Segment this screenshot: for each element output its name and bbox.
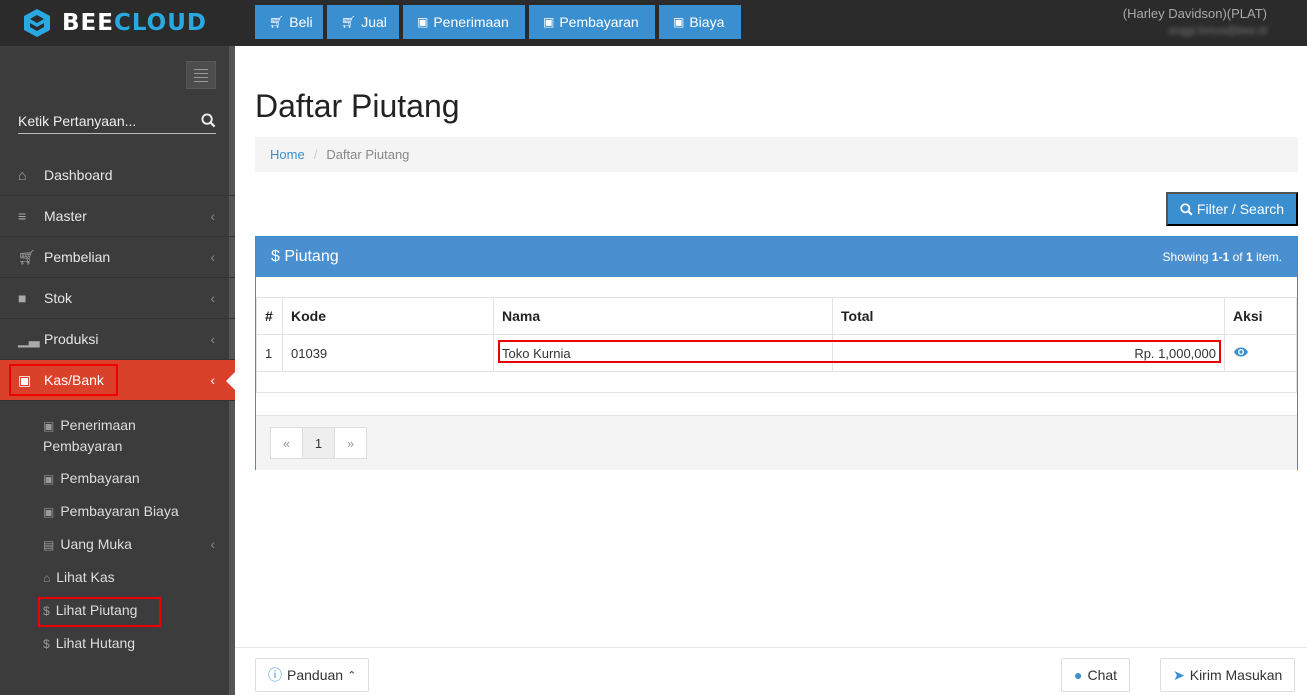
pembayaran-button[interactable]: ▣ Pembayaran [529, 5, 655, 39]
chat-icon: ● [1074, 667, 1083, 683]
brand-name-part2: CLOUD [113, 10, 208, 36]
chevron-left-icon: ‹ [210, 372, 215, 388]
cart-icon: 🛒︎ [18, 248, 36, 265]
submenu-pembayaran[interactable]: ▣ Pembayaran [0, 468, 235, 489]
quick-actions: 🛒︎ Beli 🛒︎ Jual ▣ Penerimaan ▣ Pembayara… [255, 5, 741, 39]
panel-header: $ Piutang Showing 1-1 of 1 item. [256, 237, 1297, 277]
pagination-area: « 1 » [256, 415, 1297, 470]
column-header-total[interactable]: Total [832, 297, 1225, 335]
dollar-icon: $ [43, 637, 50, 651]
money-icon: ▣ [43, 505, 55, 519]
submenu-lihat-hutang[interactable]: $ Lihat Hutang [0, 633, 235, 654]
pagination-prev[interactable]: « [270, 427, 303, 459]
column-header-kode[interactable]: Kode [282, 297, 494, 335]
sidebar-item-stok[interactable]: ■ Stok ‹ [0, 278, 235, 319]
breadcrumb-current: Daftar Piutang [326, 147, 410, 162]
chat-button[interactable]: ● Chat [1061, 658, 1131, 692]
box-icon: ■ [18, 290, 27, 306]
brand-name-part1: BEE [62, 10, 114, 36]
menu-toggle-icon[interactable] [186, 61, 216, 89]
chevron-up-icon: ⌃ [347, 669, 357, 682]
filter-search-button[interactable]: Filter / Search [1166, 192, 1298, 226]
breadcrumb-home-link[interactable]: Home [270, 147, 305, 162]
column-header-nama[interactable]: Nama [493, 297, 833, 335]
page-title: Daftar Piutang [255, 88, 460, 124]
chart-icon: ▁▃ [18, 330, 40, 347]
money-icon: ▣ [673, 15, 685, 29]
chevron-left-icon: ‹ [210, 331, 215, 347]
footer-bar: ⓘ Panduan ⌃ ● Chat ➤ Kirim Masukan [235, 647, 1307, 695]
cell-no: 1 [256, 334, 283, 372]
breadcrumb-separator: / [313, 147, 318, 162]
pagination: « 1 » [270, 427, 367, 459]
user-menu[interactable]: (Harley Davidson)(PLAT) anggi.fortus@bee… [1123, 6, 1267, 37]
cart-icon: 🛒︎ [341, 15, 357, 29]
cell-aksi [1224, 334, 1297, 372]
kirim-masukan-button[interactable]: ➤ Kirim Masukan [1160, 658, 1296, 692]
question-circle-icon: ⓘ [268, 667, 282, 683]
user-email: anggi.fortus@bee.id [1168, 25, 1267, 37]
money-icon: ▣ [417, 15, 429, 29]
brand-logo[interactable]: BEECLOUD [0, 0, 235, 46]
search-input[interactable]: Ketik Pertanyaan... [18, 113, 136, 129]
result-summary: Showing 1-1 of 1 item. [1162, 250, 1282, 264]
search-icon[interactable] [201, 113, 216, 128]
highlight-kas-bank [9, 364, 118, 396]
chevron-left-icon: ‹ [210, 290, 215, 306]
panel-title: $ Piutang [271, 248, 339, 265]
breadcrumb: Home / Daftar Piutang [255, 137, 1298, 172]
sidebar-item-produksi[interactable]: ▁▃ Produksi ‹ [0, 319, 235, 360]
chevron-left-icon: ‹ [210, 249, 215, 265]
cart-icon: 🛒︎ [269, 15, 285, 29]
table-empty-row [256, 371, 1297, 393]
submenu-penerimaan-pembayaran[interactable]: ▣ Penerimaan Pembayaran [0, 415, 185, 456]
sidebar-item-pembelian[interactable]: 🛒︎ Pembelian ‹ [0, 237, 235, 278]
biaya-button[interactable]: ▣ Biaya [659, 5, 741, 39]
highlight-row-nama-total [498, 340, 1221, 363]
file-icon: ▤ [43, 538, 55, 552]
bank-icon: ⌂ [43, 571, 51, 585]
penerimaan-button[interactable]: ▣ Penerimaan [403, 5, 525, 39]
beli-button[interactable]: 🛒︎ Beli [255, 5, 323, 39]
home-icon: ⌂ [18, 167, 27, 183]
chevron-left-icon: ‹ [210, 536, 215, 552]
sidebar-item-dashboard[interactable]: ⌂ Dashboard [0, 155, 235, 196]
sidebar-item-master[interactable]: ≡ Master ‹ [0, 196, 235, 237]
search-icon [1180, 202, 1193, 216]
pagination-next[interactable]: » [334, 427, 367, 459]
cell-kode: 01039 [282, 334, 494, 372]
submenu-pembayaran-biaya[interactable]: ▣ Pembayaran Biaya [0, 501, 235, 522]
panduan-button[interactable]: ⓘ Panduan ⌃ [255, 658, 370, 692]
chevron-left-icon: ‹ [210, 208, 215, 224]
submenu-uang-muka[interactable]: ▤ Uang Muka ‹ [0, 534, 235, 555]
jual-button[interactable]: 🛒︎ Jual [327, 5, 399, 39]
sidebar-search[interactable]: Ketik Pertanyaan... [18, 108, 216, 134]
column-header-aksi: Aksi [1224, 297, 1297, 335]
sidebar: Ketik Pertanyaan... ⌂ Dashboard ≡ Master… [0, 46, 235, 695]
highlight-lihat-piutang [38, 597, 161, 627]
table-header-row: # Kode Nama Total Aksi [256, 297, 1297, 335]
piutang-panel: $ Piutang Showing 1-1 of 1 item. # Kode … [255, 236, 1298, 470]
user-company: (Harley Davidson)(PLAT) [1122, 6, 1267, 21]
eye-icon[interactable] [1233, 346, 1249, 358]
money-icon: ▣ [543, 15, 555, 29]
database-icon: ≡ [18, 208, 27, 224]
pagination-page-1[interactable]: 1 [302, 427, 335, 459]
money-icon: ▣ [43, 419, 55, 433]
column-header-no: # [256, 297, 283, 335]
bee-logo-icon [24, 9, 50, 37]
send-icon: ➤ [1173, 666, 1185, 683]
top-bar: BEECLOUD 🛒︎ Beli 🛒︎ Jual ▣ Penerimaan ▣ … [0, 0, 1307, 46]
money-icon: ▣ [43, 472, 55, 486]
submenu-lihat-kas[interactable]: ⌂ Lihat Kas [0, 567, 235, 588]
